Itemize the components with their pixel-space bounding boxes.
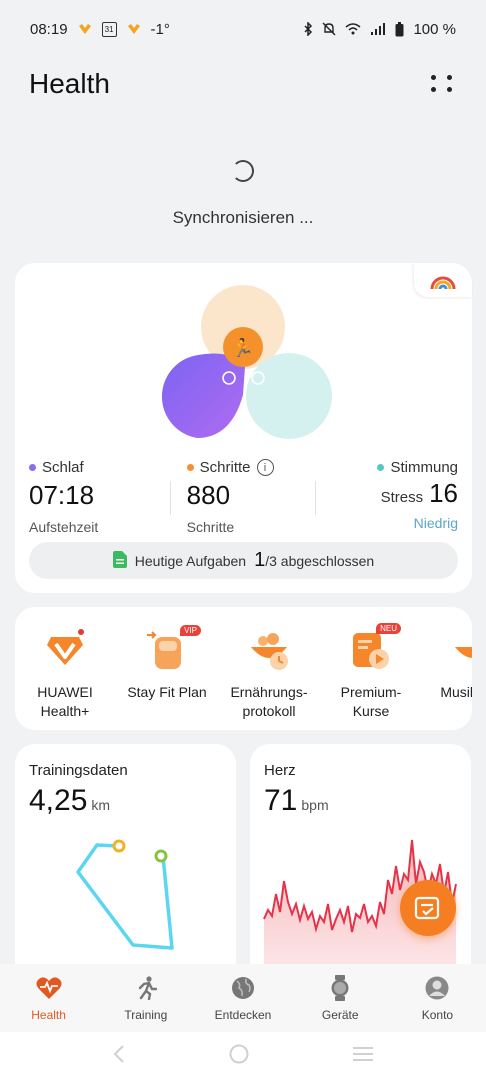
status-bar: 08:19 31 -1° 100 %: [0, 0, 486, 58]
premium-courses-icon: NEU: [349, 623, 401, 671]
tasks-suffix: /3 abgeschlossen: [265, 553, 375, 569]
nutrition-log-icon: [247, 627, 291, 671]
running-icon: [133, 975, 159, 1001]
signal-icon: [370, 23, 386, 35]
shortcut-premium-courses[interactable]: NEU Premium-Kurse: [321, 623, 421, 721]
shortcut-label: Stay Fit Plan: [127, 684, 207, 700]
back-icon[interactable]: [112, 1044, 126, 1068]
shortcut-stay-fit-plan[interactable]: VIP Stay Fit Plan: [117, 625, 217, 702]
shortcuts-card: HUAWEI Health+ VIP Stay Fit Plan Ernähru…: [15, 607, 472, 730]
battery-icon: [395, 21, 404, 37]
task-checklist-fab[interactable]: [400, 880, 456, 936]
mute-bell-icon: [322, 22, 336, 36]
battery-level: 100 %: [413, 20, 456, 38]
app-bar: Health: [29, 62, 456, 106]
page-title: Health: [29, 68, 110, 99]
mood-petal: [246, 353, 332, 439]
huawei-health-plus-icon: [43, 627, 87, 671]
checklist-icon: [414, 896, 440, 920]
shortcut-label: Ernährungs-protokoll: [230, 684, 308, 719]
steps-metric[interactable]: Schritte i 880 Schritte: [165, 459, 323, 535]
nav-training[interactable]: Training: [97, 964, 194, 1032]
bluetooth-icon: [303, 22, 313, 36]
nav-label: Training: [124, 1008, 168, 1022]
training-data-tile[interactable]: Trainingsdaten 4,25 km: [15, 744, 236, 984]
route-map: [76, 839, 174, 950]
mood-metric[interactable]: Stimmung Stress 16 Niedrig: [322, 459, 458, 535]
shortcut-label: HUAWEI Health+: [37, 684, 93, 719]
sync-text: Synchronisieren ...: [172, 208, 314, 227]
shortcut-music[interactable]: ♫ Musik schl: [423, 627, 472, 702]
shortcut-label: Musik schl: [440, 684, 472, 700]
stress-label: Stress: [380, 489, 424, 506]
sleep-sub: Aufstehzeit: [29, 519, 99, 535]
calendar-day: 31: [104, 24, 114, 34]
daily-tasks-button[interactable]: Heutige Aufgaben 1/3 abgeschlossen: [29, 542, 458, 579]
health-clover-chart[interactable]: 🏃: [153, 275, 333, 445]
stay-fit-plan-icon: VIP: [145, 625, 201, 671]
route-start: [112, 839, 126, 853]
account-icon: [424, 975, 450, 1001]
running-icon-small: 🏃: [232, 337, 254, 358]
globe-icon: [230, 975, 256, 1001]
heart-pulse-icon: [36, 975, 62, 1001]
home-icon[interactable]: [229, 1044, 249, 1069]
nav-devices[interactable]: Geräte: [292, 964, 389, 1032]
nav-discover[interactable]: Entdecken: [194, 964, 291, 1032]
heart-rate-chart: [263, 839, 457, 984]
vip-badge: VIP: [180, 625, 201, 636]
rainbow-rings-icon[interactable]: [414, 263, 472, 297]
divider: [315, 481, 316, 515]
system-navigation-bar: [0, 1032, 486, 1080]
mood-dot: [377, 464, 385, 471]
nav-account[interactable]: Konto: [389, 964, 486, 1032]
nav-health[interactable]: Health: [0, 964, 97, 1032]
tasks-prefix: Heutige Aufgaben: [134, 552, 247, 569]
status-time: 08:19: [30, 20, 68, 38]
steps-label: Schritte: [199, 459, 251, 476]
health-summary-card[interactable]: 🏃 Schlaf 07:18 Aufstehzeit Schritte i 880…: [15, 263, 472, 593]
route-end: [154, 849, 168, 863]
watch-icon: [327, 975, 353, 1001]
nav-label: Geräte: [321, 1008, 359, 1022]
health-notification-icon-2: [127, 23, 141, 35]
shortcut-label: Premium-Kurse: [340, 684, 402, 719]
info-icon[interactable]: i: [256, 459, 274, 476]
mood-label: Stimmung: [390, 459, 459, 476]
sleep-metric[interactable]: Schlaf 07:18 Aufstehzeit: [29, 459, 165, 535]
steps-sub: Schritte: [186, 519, 235, 535]
metrics-row: Schlaf 07:18 Aufstehzeit Schritte i 880 S…: [29, 459, 458, 535]
calendar-icon: 31: [101, 21, 117, 37]
recents-icon[interactable]: [352, 1046, 374, 1067]
document-icon: [112, 550, 127, 571]
steps-dot: [186, 464, 194, 471]
more-dots-icon[interactable]: [428, 70, 456, 98]
loading-spinner-icon: [232, 160, 254, 182]
nav-label: Health: [31, 1008, 66, 1022]
shortcut-nutrition-log[interactable]: Ernährungs-protokoll: [219, 627, 319, 721]
new-badge: NEU: [376, 623, 401, 634]
nav-label: Entdecken: [214, 1008, 272, 1022]
sleep-petal: [161, 353, 245, 438]
shortcut-huawei-health-plus[interactable]: HUAWEI Health+: [15, 627, 115, 721]
sleep-dot: [29, 464, 36, 471]
health-notification-icon: [78, 23, 92, 35]
bottom-navigation: Health Training Entdecken Geräte Konto: [0, 964, 486, 1032]
status-temperature: -1°: [150, 20, 170, 38]
sleep-value: 07:18: [29, 480, 95, 510]
stress-level: Niedrig: [413, 515, 459, 531]
heart-rate-tile[interactable]: Herz 71 bpm: [250, 744, 471, 984]
stress-value: 16: [429, 478, 459, 508]
nav-label: Konto: [421, 1008, 454, 1022]
wifi-icon: [345, 23, 361, 35]
steps-value: 880: [186, 480, 231, 510]
sleep-label: Schlaf: [42, 459, 84, 476]
music-icon: ♫: [451, 627, 472, 671]
sync-indicator: Synchronisieren ...: [0, 160, 486, 228]
tasks-done: 1: [254, 549, 266, 571]
